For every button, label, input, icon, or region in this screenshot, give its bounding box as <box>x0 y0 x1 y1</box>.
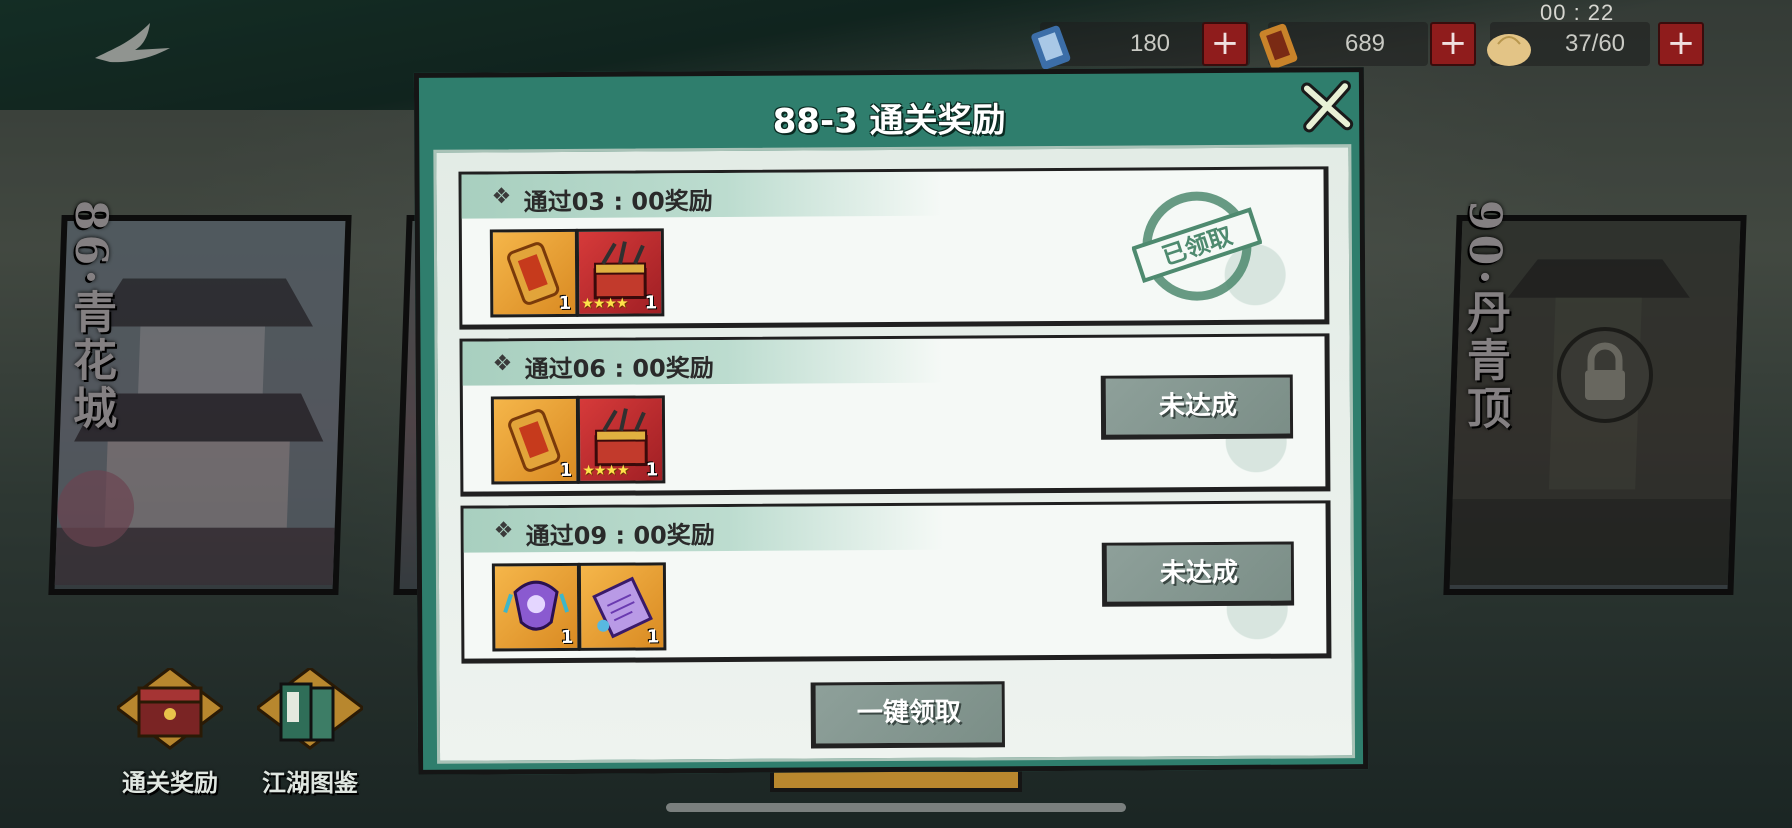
item-stars: ★★★★ <box>582 462 629 479</box>
close-icon[interactable] <box>1299 78 1355 134</box>
home-indicator-bar[interactable] <box>666 803 1126 812</box>
unreached-button[interactable]: 未达成 <box>1100 374 1294 440</box>
stamina-scroll-icon <box>1031 25 1071 70</box>
clear-rewards-button[interactable]: 通关奖励 <box>105 668 235 798</box>
item-count: 1 <box>644 292 658 314</box>
reward-row-3: ❖ 通过09 : 00奖励 1 1 未达成 <box>460 500 1332 664</box>
books-icon <box>257 668 363 750</box>
unreached-button[interactable]: 未达成 <box>1101 541 1295 607</box>
row-header: ❖ 通过03 : 00奖励 <box>461 171 942 219</box>
item-count: 1 <box>558 292 572 315</box>
reward-item-slot[interactable]: 1 <box>491 562 581 652</box>
treasure-chest-icon <box>117 668 223 750</box>
bun-value: 37/60 <box>1564 30 1626 57</box>
row-title: 通过09 : 00奖励 <box>525 521 715 551</box>
reward-item-slot[interactable]: 1 <box>577 562 667 651</box>
add-token-button[interactable]: + <box>1430 22 1476 66</box>
item-count: 1 <box>559 459 573 482</box>
clear-rewards-modal: 88-3 通关奖励 ❖ 通过03 : 00奖励 1 ★★★★ 1 已领取 ❖ 通… <box>413 67 1369 775</box>
item-stars: ★★★★ <box>581 295 628 312</box>
token-value: 689 <box>1344 30 1386 57</box>
jianghu-codex-button[interactable]: 江湖图鉴 <box>245 668 375 798</box>
claimed-stamp-icon: 已领取 <box>1131 191 1263 301</box>
diamond-bullet-icon: ❖ <box>492 351 513 377</box>
steamed-bun-icon <box>1487 34 1531 66</box>
modal-title: 88-3 通关奖励 <box>772 100 1006 142</box>
reward-row-2: ❖ 通过06 : 00奖励 1 ★★★★ 1 未达成 <box>459 333 1331 497</box>
claim-all-button[interactable]: 一键领取 <box>810 681 1005 749</box>
jianghu-codex-label: 江湖图鉴 <box>262 769 358 797</box>
item-count: 1 <box>560 626 574 649</box>
diamond-bullet-icon: ❖ <box>491 184 512 210</box>
reward-item-slot[interactable]: ★★★★ 1 <box>575 228 665 317</box>
modal-body: ❖ 通过03 : 00奖励 1 ★★★★ 1 已领取 ❖ 通过06: 00奖励… <box>433 144 1356 764</box>
add-bun-button[interactable]: + <box>1658 22 1704 66</box>
row-title: 通过03 : 00奖励 <box>523 187 713 217</box>
item-count: 1 <box>646 626 660 648</box>
token-icon <box>1259 23 1298 69</box>
row-title: 通过06 : 00奖励 <box>524 354 714 384</box>
row-header: ❖ 通过09 : 00奖励 <box>463 505 944 553</box>
stamina-value: 180 <box>1129 30 1171 57</box>
reward-item-slot[interactable]: 1 <box>489 228 579 318</box>
item-count: 1 <box>645 459 659 481</box>
diamond-bullet-icon: ❖ <box>493 518 514 544</box>
reward-item-slot[interactable]: ★★★★ 1 <box>576 395 666 484</box>
reward-row-1: ❖ 通过03 : 00奖励 1 ★★★★ 1 已领取 <box>458 166 1330 330</box>
row-header: ❖ 通过06 : 00奖励 <box>462 338 943 386</box>
reward-item-slot[interactable]: 1 <box>490 395 580 485</box>
add-stamina-button[interactable]: + <box>1202 22 1248 66</box>
clear-rewards-label: 通关奖励 <box>122 769 218 797</box>
